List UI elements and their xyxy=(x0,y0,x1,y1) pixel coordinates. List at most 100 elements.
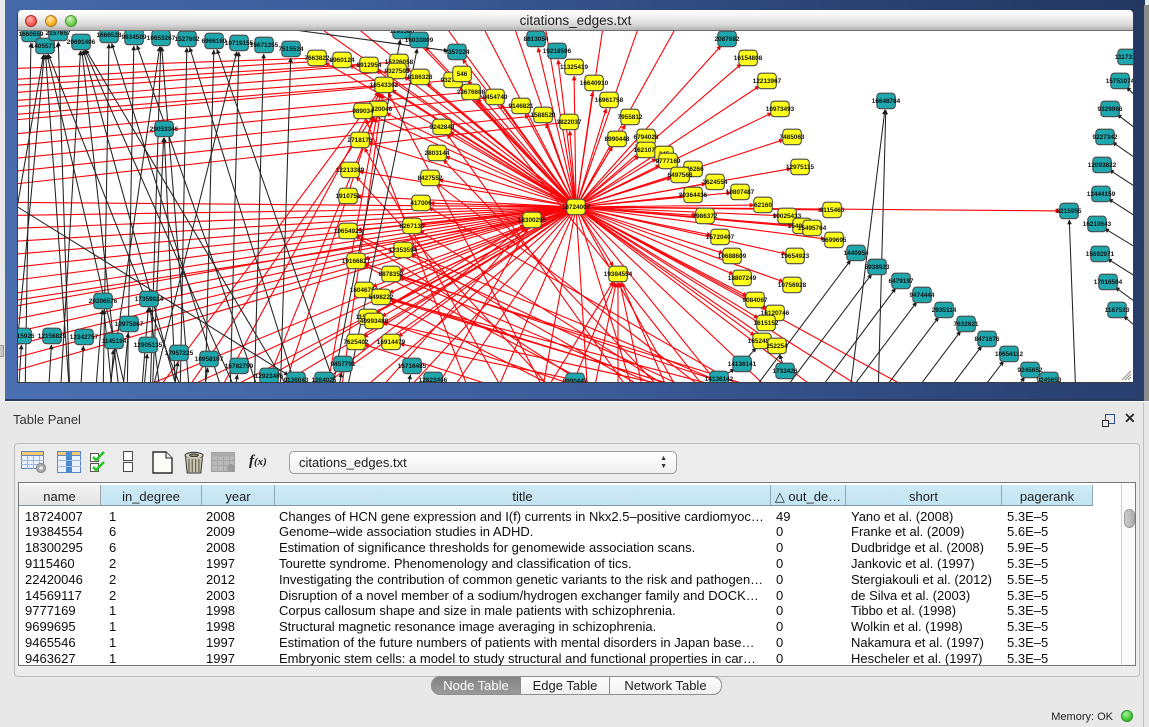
svg-text:9634509: 9634509 xyxy=(122,34,147,41)
svg-text:3915926: 3915926 xyxy=(18,333,35,340)
svg-text:6966160: 6966160 xyxy=(202,38,227,45)
svg-text:8427552: 8427552 xyxy=(418,175,443,182)
svg-text:7515524: 7515524 xyxy=(279,46,304,53)
svg-text:17957225: 17957225 xyxy=(165,350,194,357)
svg-text:16543362: 16543362 xyxy=(370,82,399,89)
svg-text:12905135: 12905135 xyxy=(134,342,163,349)
svg-text:8912954: 8912954 xyxy=(357,62,382,69)
svg-text:7955812: 7955812 xyxy=(618,114,643,121)
svg-text:19654923: 19654923 xyxy=(781,253,810,260)
svg-text:29053346: 29053346 xyxy=(150,126,179,133)
svg-text:3822037: 3822037 xyxy=(557,119,582,126)
svg-text:3624554: 3624554 xyxy=(703,179,728,186)
svg-text:9245653: 9245653 xyxy=(1037,377,1062,382)
svg-text:16648784: 16648784 xyxy=(872,98,901,105)
svg-text:16210643: 16210643 xyxy=(1083,221,1112,228)
svg-text:10807487: 10807487 xyxy=(726,189,755,196)
svg-text:6794028: 6794028 xyxy=(634,134,659,141)
svg-text:5498222: 5498222 xyxy=(369,294,394,301)
svg-text:15495764: 15495764 xyxy=(798,225,827,232)
svg-text:1588520: 1588520 xyxy=(531,112,556,119)
svg-text:16914479: 16914479 xyxy=(377,339,406,346)
svg-text:9227342: 9227342 xyxy=(1093,134,1118,141)
svg-text:9777169: 9777169 xyxy=(656,158,681,165)
svg-text:8471676: 8471676 xyxy=(975,336,1000,343)
svg-text:23676608: 23676608 xyxy=(457,89,486,96)
svg-text:12353594: 12353594 xyxy=(389,247,418,254)
svg-text:19166827: 19166827 xyxy=(342,258,371,265)
svg-text:1440954: 1440954 xyxy=(844,250,869,257)
svg-text:40993489: 40993489 xyxy=(360,318,389,325)
svg-text:989034: 989034 xyxy=(352,108,374,115)
svg-text:16782759: 16782759 xyxy=(225,363,254,370)
svg-text:7986372: 7986372 xyxy=(693,213,718,220)
svg-text:10654112: 10654112 xyxy=(995,351,1024,358)
svg-text:8186328: 8186328 xyxy=(408,74,433,81)
svg-text:12213967: 12213967 xyxy=(753,78,782,85)
svg-text:17359924: 17359924 xyxy=(135,296,164,303)
svg-text:7663822: 7663822 xyxy=(305,55,330,62)
svg-text:1615152: 1615152 xyxy=(754,320,779,327)
svg-text:15751074: 15751074 xyxy=(1106,78,1133,85)
svg-text:12156829: 12156829 xyxy=(38,333,67,340)
svg-text:16033809: 16033809 xyxy=(405,37,434,44)
svg-text:8990447: 8990447 xyxy=(563,378,588,382)
svg-text:9699695: 9699695 xyxy=(822,237,847,244)
svg-text:9245652: 9245652 xyxy=(1018,367,1043,374)
svg-text:62160: 62160 xyxy=(754,202,772,209)
svg-text:10756928: 10756928 xyxy=(778,282,807,289)
svg-text:16961758: 16961758 xyxy=(595,97,624,104)
svg-text:2157657: 2157657 xyxy=(46,31,71,37)
svg-text:8813054: 8813054 xyxy=(524,36,549,43)
svg-text:9242848: 9242848 xyxy=(430,124,455,131)
svg-text:9474444: 9474444 xyxy=(910,292,935,299)
svg-text:20206576: 20206576 xyxy=(89,298,118,305)
svg-text:8990448: 8990448 xyxy=(605,136,630,143)
svg-text:7625402: 7625402 xyxy=(344,339,369,346)
svg-text:2718176: 2718176 xyxy=(348,137,373,144)
svg-text:1733426: 1733426 xyxy=(773,368,798,375)
svg-text:15692971: 15692971 xyxy=(1086,251,1115,258)
svg-text:8960124: 8960124 xyxy=(330,57,355,64)
svg-text:12093822: 12093822 xyxy=(1088,162,1117,169)
svg-text:9136043: 9136043 xyxy=(284,377,309,382)
svg-text:9457791: 9457791 xyxy=(331,361,356,368)
svg-text:6479197: 6479197 xyxy=(889,278,914,285)
svg-text:10973493: 10973493 xyxy=(766,106,795,113)
svg-text:16154808: 16154808 xyxy=(734,55,763,62)
svg-text:9115460: 9115460 xyxy=(820,207,845,214)
svg-text:9327503: 9327503 xyxy=(385,68,410,75)
svg-text:10688609: 10688609 xyxy=(718,253,747,260)
svg-text:252254: 252254 xyxy=(766,343,788,350)
svg-text:9084067: 9084067 xyxy=(743,297,768,304)
svg-text:15716485: 15716485 xyxy=(398,363,427,370)
svg-text:12823466: 12823466 xyxy=(419,377,448,382)
svg-text:12975115: 12975115 xyxy=(786,164,815,171)
svg-text:10975867: 10975867 xyxy=(115,321,144,328)
svg-text:16671355: 16671355 xyxy=(250,42,279,49)
svg-text:18807249: 18807249 xyxy=(728,275,757,282)
svg-text:14055714: 14055714 xyxy=(31,43,60,50)
svg-text:1527602: 1527602 xyxy=(175,36,200,43)
svg-text:7485063: 7485063 xyxy=(780,134,805,141)
svg-text:17016504: 17016504 xyxy=(1094,279,1123,286)
svg-text:2935114: 2935114 xyxy=(932,307,957,314)
svg-text:15720407: 15720407 xyxy=(706,234,735,241)
svg-text:20364436: 20364436 xyxy=(679,192,708,199)
svg-text:7357224: 7357224 xyxy=(445,49,470,56)
svg-text:10958107: 10958107 xyxy=(195,356,224,363)
svg-text:14136142: 14136142 xyxy=(705,376,734,382)
svg-text:1167533: 1167533 xyxy=(1105,307,1130,314)
svg-text:10653267: 10653267 xyxy=(147,35,176,42)
svg-text:14136141: 14136141 xyxy=(728,361,757,368)
svg-text:16640910: 16640910 xyxy=(580,80,609,87)
svg-text:19218506: 19218506 xyxy=(543,48,572,55)
svg-text:546: 546 xyxy=(457,71,468,78)
svg-text:8878352: 8878352 xyxy=(379,271,404,278)
svg-text:19384554: 19384554 xyxy=(604,271,633,278)
svg-text:2087682: 2087682 xyxy=(715,36,740,43)
svg-text:1264025: 1264025 xyxy=(312,377,337,382)
svg-text:5938923: 5938923 xyxy=(865,264,890,271)
svg-text:9329966: 9329966 xyxy=(1098,106,1123,113)
svg-text:12213389: 12213389 xyxy=(336,167,365,174)
